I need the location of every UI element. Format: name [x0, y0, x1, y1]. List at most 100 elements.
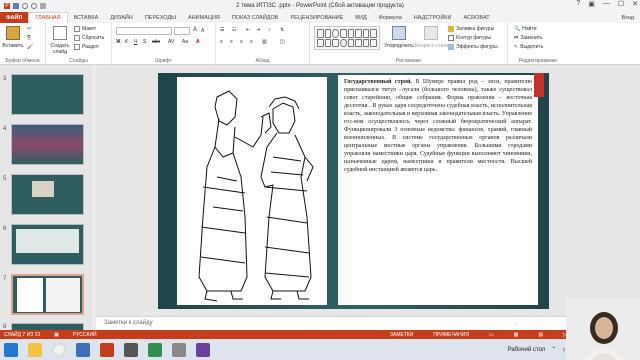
- arrange-button[interactable]: Упорядочить: [384, 26, 414, 49]
- slide-thumbnail[interactable]: [11, 124, 84, 165]
- tab-view[interactable]: ВИД: [349, 12, 372, 23]
- tab-transitions[interactable]: ПЕРЕХОДЫ: [139, 12, 182, 23]
- shape-outline-button[interactable]: Контур фигуры: [448, 35, 491, 41]
- comments-button[interactable]: ПРИМЕЧАНИЯ: [433, 332, 469, 338]
- quick-styles-button[interactable]: Экспресс-стили: [413, 26, 449, 49]
- section-button[interactable]: Раздел: [74, 44, 99, 50]
- align-right-icon[interactable]: ≡: [240, 39, 243, 45]
- char-spacing-icon[interactable]: AV: [168, 39, 174, 45]
- tab-acrobat[interactable]: ACROBAT: [457, 12, 495, 23]
- bold-icon[interactable]: Ж: [116, 39, 121, 45]
- select-button[interactable]: ↖ Выделить: [514, 44, 543, 50]
- language-indicator[interactable]: РУССКИЙ: [73, 332, 97, 338]
- smartart-icon[interactable]: ◫: [280, 39, 285, 45]
- copy-icon[interactable]: ⎘: [27, 35, 31, 41]
- tab-home[interactable]: ГЛАВНАЯ: [28, 12, 68, 23]
- app-icon[interactable]: [172, 342, 186, 357]
- font-color-icon[interactable]: A: [196, 39, 200, 45]
- align-left-icon[interactable]: ≡: [220, 39, 223, 45]
- shape-fill-button[interactable]: Заливка фигуры: [448, 26, 494, 32]
- slide-thumbnail[interactable]: [11, 323, 84, 330]
- tab-formula[interactable]: Формула: [373, 12, 408, 23]
- help-icon[interactable]: ?: [576, 0, 580, 8]
- columns-icon[interactable]: ▥: [262, 39, 267, 45]
- sign-in-link[interactable]: Вход: [622, 12, 640, 23]
- network-icon[interactable]: ⌃: [551, 346, 556, 353]
- volume-icon[interactable]: ♪: [562, 347, 565, 353]
- layout-button[interactable]: Макет: [74, 26, 96, 32]
- word-icon[interactable]: [76, 342, 90, 357]
- shape-effects-button[interactable]: Эффекты фигуры: [448, 44, 498, 50]
- start-icon[interactable]: [4, 342, 18, 357]
- line-spacing-icon[interactable]: ↕: [268, 27, 271, 33]
- file-explorer-icon[interactable]: [28, 342, 42, 357]
- save-icon[interactable]: [13, 3, 19, 9]
- close-icon[interactable]: ✕: [632, 0, 638, 8]
- tab-review[interactable]: РЕЦЕНЗИРОВАНИЕ: [284, 12, 349, 23]
- find-button[interactable]: 🔍 Найти: [514, 26, 537, 32]
- font-name-dropdown[interactable]: [116, 27, 172, 35]
- tab-insert[interactable]: ВСТАВКА: [68, 12, 105, 23]
- reset-button[interactable]: Сбросить: [74, 35, 104, 41]
- undo-icon[interactable]: [22, 3, 28, 9]
- shadow-icon[interactable]: S: [143, 39, 146, 45]
- paste-button[interactable]: Вставить: [2, 26, 24, 49]
- normal-view-icon[interactable]: ▭: [489, 332, 494, 338]
- thumbnail-image: [32, 181, 54, 197]
- decrease-indent-icon[interactable]: ⇤: [246, 27, 250, 33]
- slide-counter: СЛАЙД 7 ИЗ 23: [4, 331, 41, 338]
- tab-addins[interactable]: НАДСТРОЙКИ: [408, 12, 458, 23]
- new-slide-button[interactable]: Создать слайд: [49, 26, 71, 55]
- spellcheck-icon[interactable]: ▣: [54, 332, 59, 338]
- shape-outline-icon: [448, 35, 454, 41]
- slide-thumbnail[interactable]: [11, 74, 84, 115]
- bullets-icon[interactable]: ☰: [220, 27, 224, 33]
- sumerian-figures-image[interactable]: [177, 77, 327, 305]
- excel-icon[interactable]: [148, 342, 162, 357]
- slide-thumbnails-panel: 3 4 5 6 7 8: [0, 66, 95, 330]
- reading-view-icon[interactable]: ▤: [538, 332, 543, 338]
- increase-indent-icon[interactable]: ⇥: [256, 27, 260, 33]
- numbering-icon[interactable]: ☷: [232, 27, 236, 33]
- redo-icon[interactable]: [31, 3, 37, 9]
- slide-sorter-icon[interactable]: ▦: [514, 332, 519, 338]
- justify-icon[interactable]: ≡: [250, 39, 253, 45]
- align-center-icon[interactable]: ≡: [230, 39, 233, 45]
- speaker-notes-pane[interactable]: Заметки к слайду: [96, 316, 640, 330]
- slide-thumbnail-selected[interactable]: [11, 274, 84, 315]
- tab-slideshow[interactable]: ПОКАЗ СЛАЙДОВ: [226, 12, 285, 23]
- minimize-icon[interactable]: —: [603, 0, 610, 8]
- change-case-icon[interactable]: Aa: [182, 39, 188, 45]
- taskbar: Рабочий стол ⌃ ♪ RU: [0, 339, 640, 360]
- italic-icon[interactable]: К: [125, 39, 128, 45]
- app-icon[interactable]: [196, 342, 210, 357]
- tab-file[interactable]: ФАЙЛ: [0, 12, 29, 23]
- shapes-gallery[interactable]: [314, 26, 380, 50]
- current-slide[interactable]: Государственный строй. В Шумере правил р…: [158, 73, 549, 309]
- text-direction-icon[interactable]: ⇅: [280, 27, 284, 33]
- strikethrough-icon[interactable]: abc: [152, 39, 160, 45]
- slideshow-from-start-icon[interactable]: [40, 3, 46, 9]
- app-icon[interactable]: [124, 342, 138, 357]
- maximize-icon[interactable]: ☐: [618, 0, 624, 8]
- shrink-font-icon[interactable]: A: [201, 28, 204, 34]
- find-icon: 🔍: [514, 26, 521, 32]
- notes-button[interactable]: ЗАМЕТКИ: [390, 332, 413, 338]
- desktop-label[interactable]: Рабочий стол: [508, 347, 546, 353]
- powerpoint-icon[interactable]: [100, 342, 114, 357]
- cut-icon[interactable]: ✂: [27, 26, 31, 32]
- underline-icon[interactable]: Ч: [134, 39, 137, 45]
- shape-fill-icon: [448, 26, 454, 32]
- sumerian-figures-drawing: [198, 90, 314, 302]
- tab-design[interactable]: ДИЗАЙН: [104, 12, 139, 23]
- ribbon-options-icon[interactable]: ▣: [588, 0, 595, 8]
- slide-text-box[interactable]: Государственный строй. В Шумере правил р…: [338, 75, 538, 305]
- font-size-dropdown[interactable]: [174, 27, 190, 35]
- grow-font-icon[interactable]: A: [193, 27, 197, 33]
- format-painter-icon[interactable]: 🖌: [27, 44, 33, 50]
- chrome-icon[interactable]: [52, 342, 66, 357]
- tab-animations[interactable]: АНИМАЦИЯ: [182, 12, 226, 23]
- replace-button[interactable]: ⇄ Заменить: [514, 35, 543, 41]
- slide-thumbnail[interactable]: [11, 224, 84, 265]
- slide-thumbnail[interactable]: [11, 174, 84, 215]
